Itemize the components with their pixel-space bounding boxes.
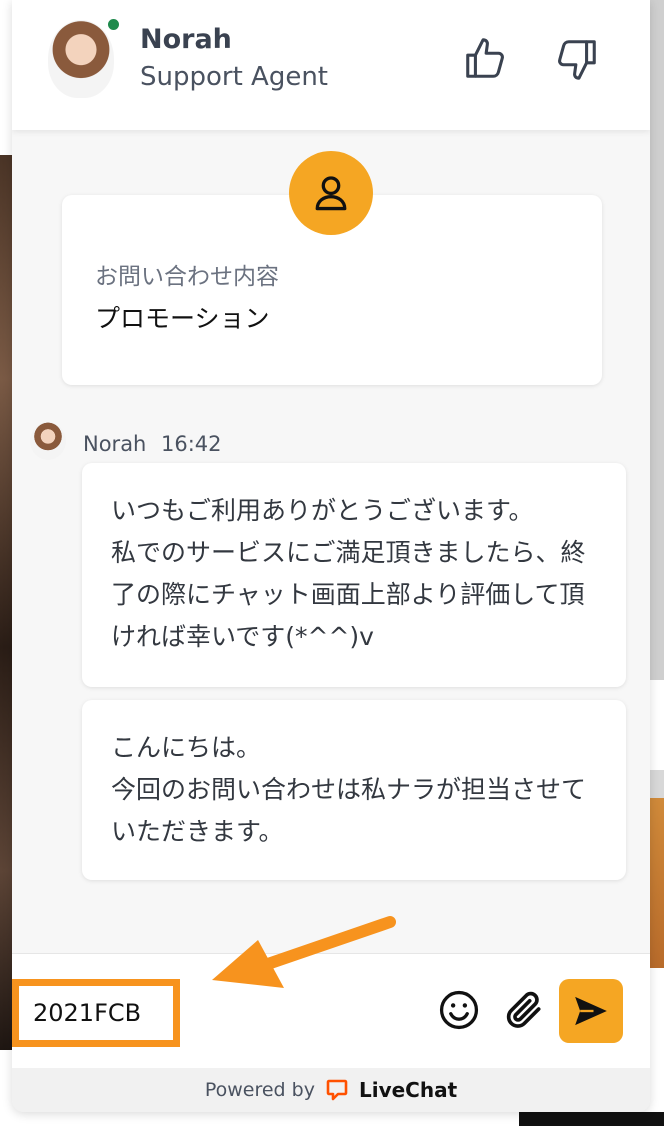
agent-name: Norah: [140, 24, 232, 55]
emoji-icon: [439, 990, 479, 1030]
background-photo-right: [650, 798, 664, 968]
background-photo-left: [0, 155, 12, 1050]
user-icon: [315, 176, 347, 211]
attach-file-button[interactable]: [500, 986, 548, 1034]
message-author: Norah: [83, 432, 147, 456]
form-field-value: プロモーション: [95, 304, 270, 333]
rate-bad-button[interactable]: [552, 34, 602, 84]
form-field-label: お問い合わせ内容: [95, 264, 279, 290]
chat-messages-area[interactable]: お問い合わせ内容 プロモーション Norah 16:42 いつもご利用ありがとう…: [12, 130, 650, 953]
agent-avatar-small: [30, 422, 66, 460]
chat-widget: Norah Support Agent お問い合わせ内容 プロモーション Nor…: [12, 0, 650, 1112]
message-composer: [12, 953, 650, 1068]
widget-footer: Powered by LiveChat: [12, 1068, 650, 1112]
agent-message: こんにちは。 今回のお問い合わせは私ナラが担当させていただきます。: [82, 700, 626, 880]
rate-good-button[interactable]: [460, 34, 510, 84]
agent-avatar: [48, 17, 121, 100]
message-time: 16:42: [161, 432, 222, 456]
thumbs-up-icon: [466, 38, 504, 78]
customer-badge: [289, 151, 373, 235]
paperclip-icon: [506, 991, 541, 1028]
powered-by-label: Powered by: [204, 1079, 315, 1101]
background-page-right-lower: [650, 770, 664, 800]
send-message-button[interactable]: [559, 979, 623, 1043]
background-page-bottom: [519, 1112, 664, 1126]
emoji-button[interactable]: [435, 986, 483, 1034]
livechat-logo-icon: [326, 1079, 348, 1101]
message-input[interactable]: [12, 979, 180, 1047]
chat-header: Norah Support Agent: [12, 0, 650, 130]
livechat-brand-link[interactable]: LiveChat: [359, 1078, 457, 1102]
online-status-dot: [106, 17, 121, 32]
send-icon: [575, 996, 607, 1026]
agent-photo: [48, 20, 114, 98]
agent-role: Support Agent: [140, 62, 329, 92]
agent-message: いつもご利用ありがとうございます。 私でのサービスにご満足頂きましたら、終了の際…: [82, 463, 626, 687]
background-page-right: [650, 0, 664, 680]
thumbs-down-icon: [558, 40, 596, 80]
